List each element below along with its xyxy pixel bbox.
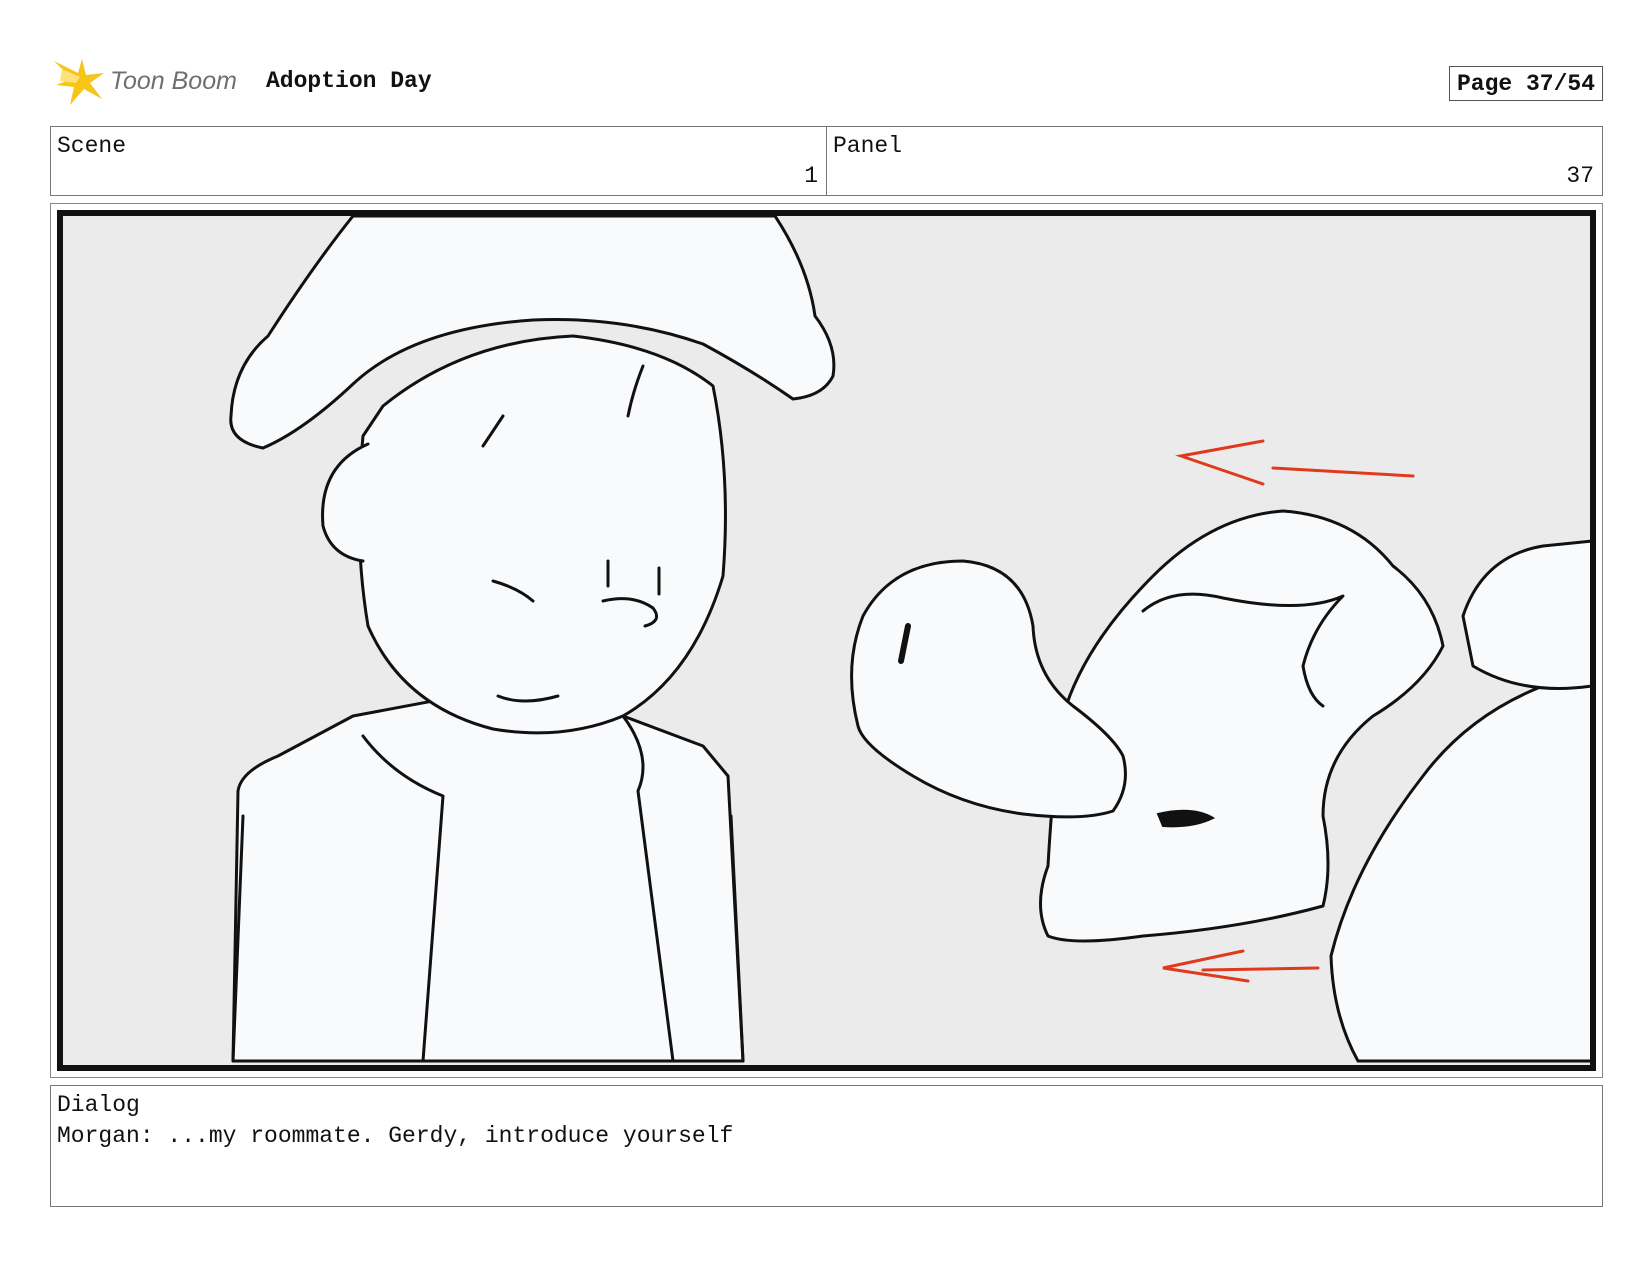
scene-number: 1 xyxy=(804,163,818,189)
dialog-box: Dialog Morgan: ...my roommate. Gerdy, in… xyxy=(50,1085,1603,1207)
panel-label: Panel xyxy=(833,133,903,159)
scene-cell: Scene 1 xyxy=(51,127,826,195)
storyboard-panel xyxy=(50,203,1603,1078)
panel-cell: Panel 37 xyxy=(826,127,1602,195)
document-title: Adoption Day xyxy=(266,68,432,94)
scene-label: Scene xyxy=(57,133,127,159)
panel-drawing xyxy=(57,210,1596,1071)
panel-number: 37 xyxy=(1566,163,1594,189)
storyboard-sketch xyxy=(63,216,1590,1065)
page-number: Page 37/54 xyxy=(1448,66,1603,101)
dialog-text: Morgan: ...my roommate. Gerdy, introduce… xyxy=(57,1123,734,1149)
logo-wordmark: Toon Boom xyxy=(110,67,237,95)
page-header: Toon Boom Adoption Day Page 37/54 xyxy=(50,52,1603,108)
dialog-label: Dialog xyxy=(57,1092,140,1118)
toon-boom-star-icon xyxy=(54,59,104,105)
toon-boom-logo: Toon Boom xyxy=(52,55,252,107)
scene-panel-info: Scene 1 Panel 37 xyxy=(50,126,1603,196)
